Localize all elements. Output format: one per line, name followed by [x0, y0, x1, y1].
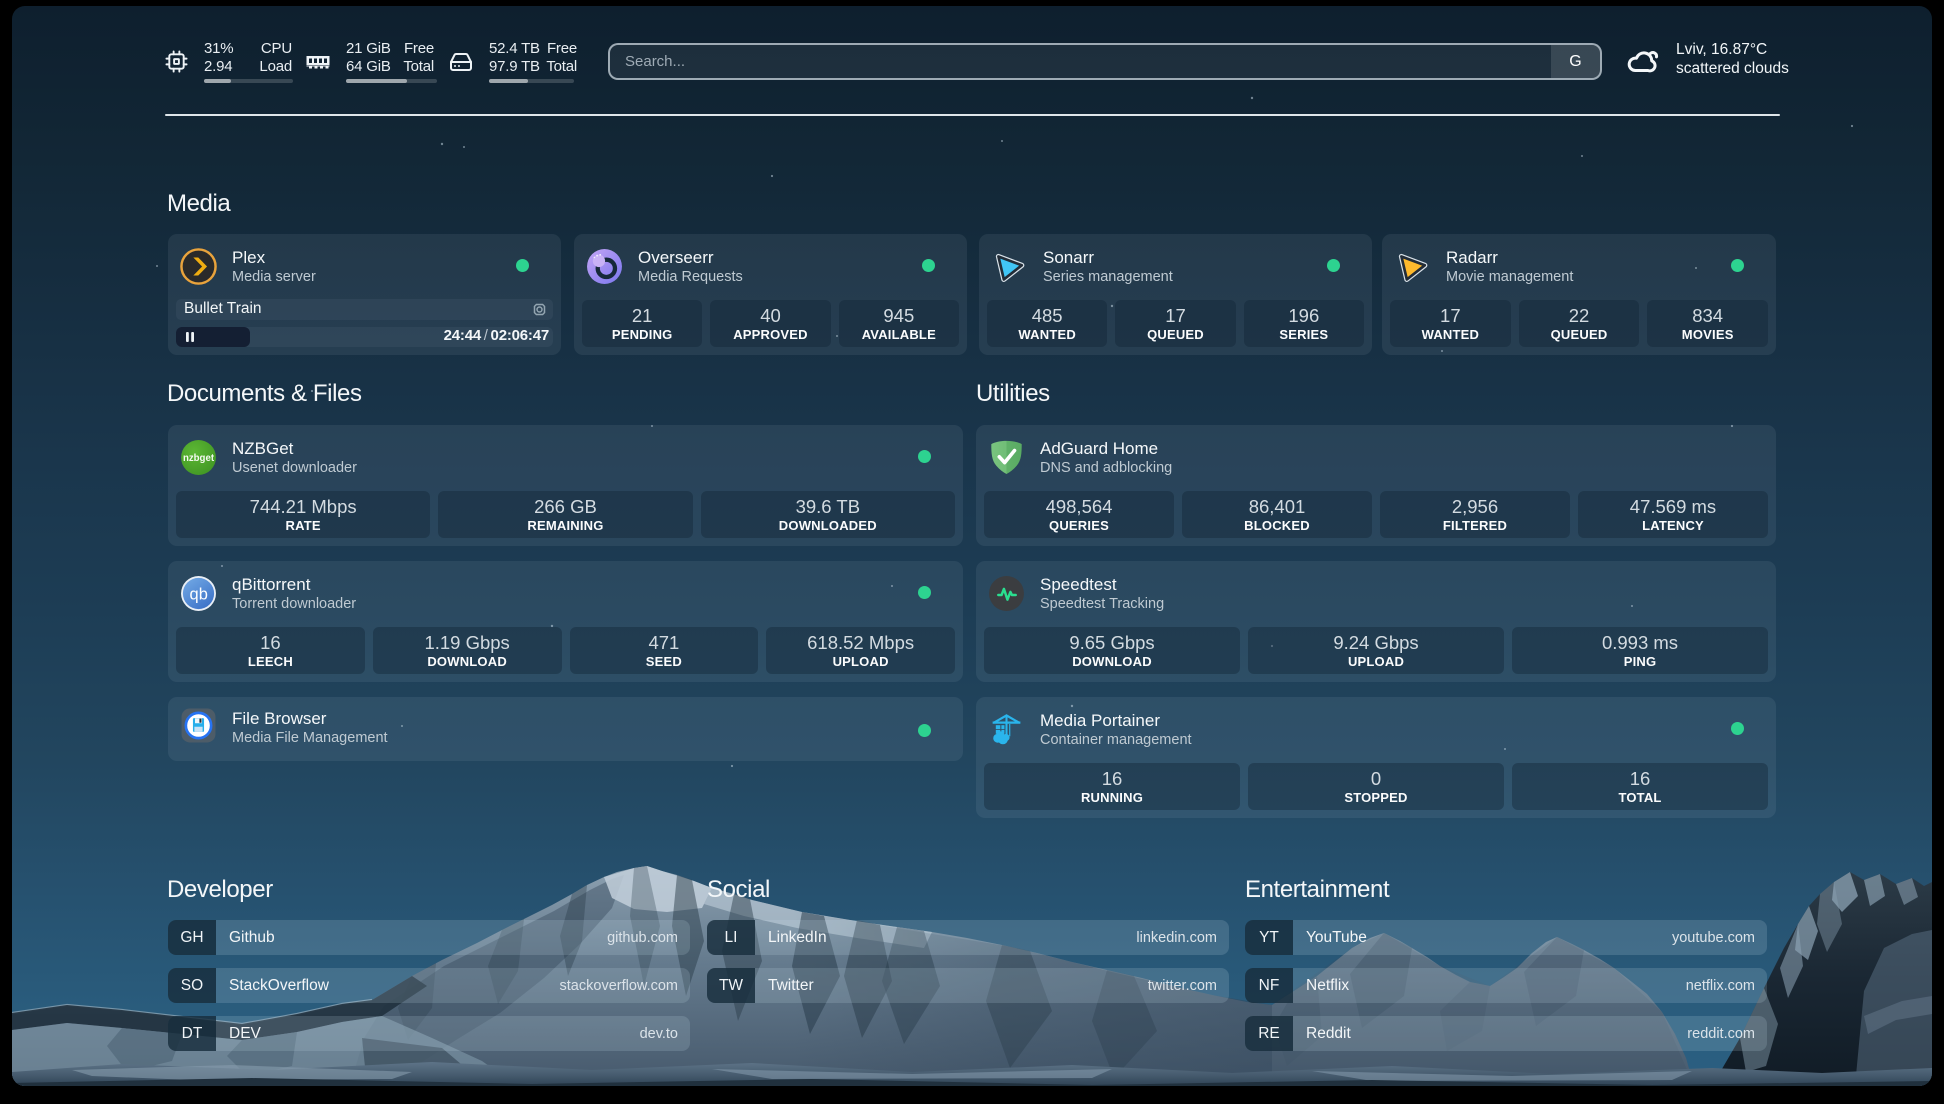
svg-text:qb: qb — [190, 585, 208, 603]
svg-text:nzbget: nzbget — [183, 453, 215, 464]
